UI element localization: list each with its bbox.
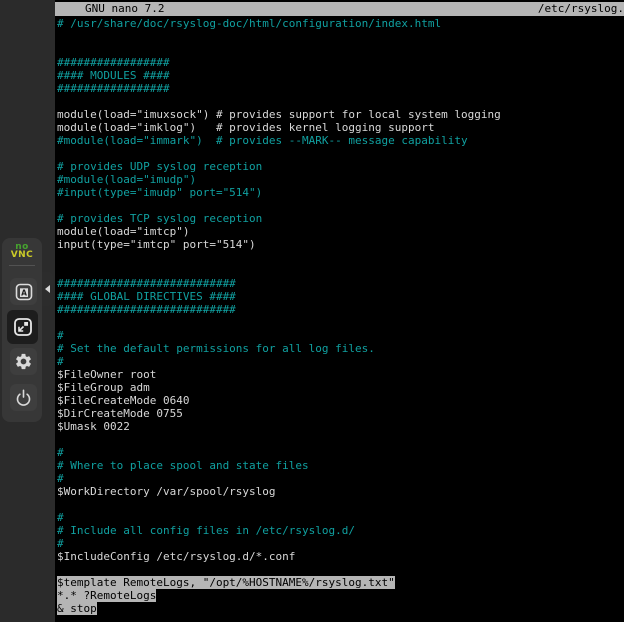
editor-line: # bbox=[57, 355, 624, 368]
editor-line bbox=[57, 43, 624, 56]
terminal-window: GNU nano 7.2 /etc/rsyslog. # /usr/share/… bbox=[55, 0, 624, 622]
clipboard-button[interactable]: A bbox=[10, 278, 37, 305]
gear-icon bbox=[14, 352, 33, 371]
editor-line: $template RemoteLogs, "/opt/%HOSTNAME%/r… bbox=[57, 576, 624, 589]
panel-collapse-handle[interactable] bbox=[42, 272, 53, 306]
app-title: GNU nano 7.2 bbox=[55, 2, 164, 16]
editor-line: # bbox=[57, 472, 624, 485]
editor-line: # provides UDP syslog reception bbox=[57, 160, 624, 173]
fullscreen-button[interactable] bbox=[7, 310, 38, 344]
editor-line: & stop bbox=[57, 602, 624, 615]
editor-line bbox=[57, 498, 624, 511]
editor-line: # bbox=[57, 511, 624, 524]
panel-divider bbox=[9, 265, 35, 266]
editor-line: $IncludeConfig /etc/rsyslog.d/*.conf bbox=[57, 550, 624, 563]
clipboard-icon: A bbox=[14, 282, 34, 302]
editor-line bbox=[57, 199, 624, 212]
editor-line: $FileOwner root bbox=[57, 368, 624, 381]
editor-line: # bbox=[57, 329, 624, 342]
editor-line: module(load="imklog") # provides kernel … bbox=[57, 121, 624, 134]
vnc-screen: GNU nano 7.2 /etc/rsyslog. # /usr/share/… bbox=[0, 0, 624, 622]
editor-line: #### GLOBAL DIRECTIVES #### bbox=[57, 290, 624, 303]
editor-line: ########################### bbox=[57, 303, 624, 316]
editor-line: # Where to place spool and state files bbox=[57, 459, 624, 472]
editor-line: module(load="imtcp") bbox=[57, 225, 624, 238]
editor-line: $DirCreateMode 0755 bbox=[57, 407, 624, 420]
editor-line: # Set the default permissions for all lo… bbox=[57, 342, 624, 355]
editor-line: #module(load="immark") # provides --MARK… bbox=[57, 134, 624, 147]
editor-line bbox=[57, 147, 624, 160]
editor-line: # bbox=[57, 446, 624, 459]
editor-line: module(load="imuxsock") # provides suppo… bbox=[57, 108, 624, 121]
novnc-logo-vnc: VNC bbox=[2, 251, 42, 260]
editor-line bbox=[57, 316, 624, 329]
editor-content[interactable]: # /usr/share/doc/rsyslog-doc/html/config… bbox=[57, 17, 624, 622]
editor-line: # /usr/share/doc/rsyslog-doc/html/config… bbox=[57, 17, 624, 30]
editor-line: ########################### bbox=[57, 277, 624, 290]
editor-line: #### MODULES #### bbox=[57, 69, 624, 82]
settings-button[interactable] bbox=[10, 348, 37, 375]
collapse-left-icon bbox=[45, 285, 50, 293]
editor-line: # Include all config files in /etc/rsysl… bbox=[57, 524, 624, 537]
editor-line: # provides TCP syslog reception bbox=[57, 212, 624, 225]
svg-text:A: A bbox=[21, 288, 27, 297]
fullscreen-icon bbox=[12, 316, 34, 338]
editor-line: input(type="imtcp" port="514") bbox=[57, 238, 624, 251]
power-icon bbox=[13, 387, 34, 408]
editor-line: #module(load="imudp") bbox=[57, 173, 624, 186]
novnc-control-panel: no VNC A bbox=[2, 238, 42, 422]
editor-line: # bbox=[57, 537, 624, 550]
editor-line: #input(type="imudp" port="514") bbox=[57, 186, 624, 199]
power-button[interactable] bbox=[10, 384, 37, 411]
editor-line: $FileCreateMode 0640 bbox=[57, 394, 624, 407]
nano-titlebar: GNU nano 7.2 /etc/rsyslog. bbox=[55, 2, 624, 16]
editor-line bbox=[57, 264, 624, 277]
novnc-logo: no VNC bbox=[2, 243, 42, 260]
editor-line: $FileGroup adm bbox=[57, 381, 624, 394]
editor-line: $WorkDirectory /var/spool/rsyslog bbox=[57, 485, 624, 498]
editor-line bbox=[57, 251, 624, 264]
editor-line: $Umask 0022 bbox=[57, 420, 624, 433]
editor-line: ################# bbox=[57, 56, 624, 69]
editor-line bbox=[57, 95, 624, 108]
editor-line: *.* ?RemoteLogs bbox=[57, 589, 624, 602]
editor-line bbox=[57, 30, 624, 43]
editor-line bbox=[57, 433, 624, 446]
editor-line bbox=[57, 563, 624, 576]
file-path: /etc/rsyslog. bbox=[538, 2, 624, 16]
editor-line: ################# bbox=[57, 82, 624, 95]
